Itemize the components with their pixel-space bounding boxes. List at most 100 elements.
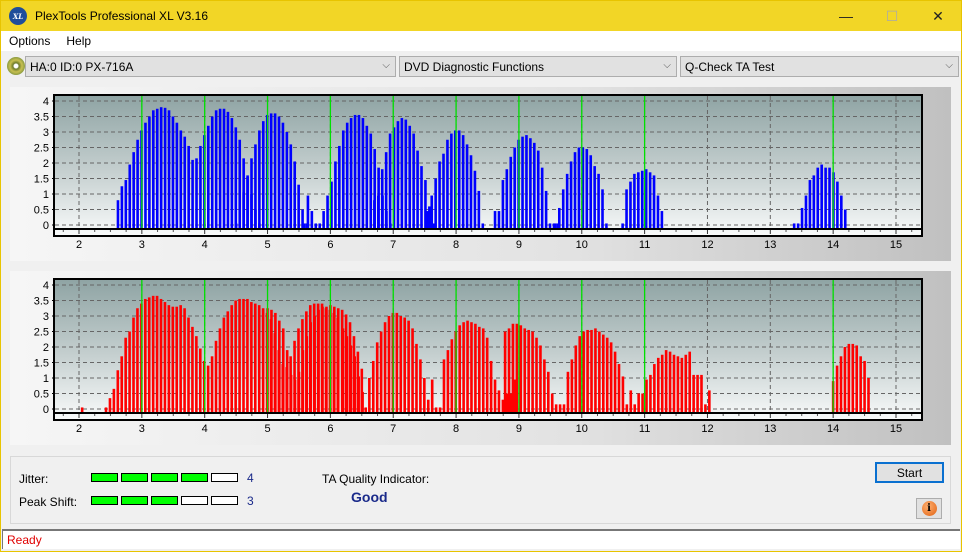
bar (419, 359, 422, 413)
peak-shift-label: Peak Shift: (19, 495, 78, 509)
bar (859, 356, 862, 413)
bar (497, 390, 501, 413)
bar (644, 169, 648, 229)
bar (411, 328, 414, 413)
bar (306, 195, 310, 229)
bar (132, 152, 135, 229)
bar (458, 325, 461, 413)
info-icon: i (921, 501, 937, 516)
info-button[interactable]: i (916, 498, 942, 519)
bar (653, 364, 656, 413)
bar (179, 305, 182, 413)
peak-shift-meter-segment (91, 496, 118, 505)
minimize-button[interactable]: — (823, 1, 869, 31)
jitter-meter (91, 473, 238, 482)
status-text: Ready (7, 533, 42, 547)
bar (525, 135, 528, 229)
bar (353, 114, 357, 229)
bar (558, 404, 562, 413)
bar (214, 340, 218, 413)
y-tick-label: 2.5 (34, 327, 49, 339)
x-tick-label: 7 (390, 423, 396, 435)
bar (361, 118, 365, 229)
bar (159, 107, 163, 229)
bar (415, 343, 418, 413)
x-tick-label: 2 (76, 423, 82, 435)
y-tick-label: 3.5 (34, 112, 49, 124)
bar (222, 108, 226, 229)
bar (144, 298, 147, 413)
bar (214, 110, 218, 229)
bar (338, 145, 341, 229)
bar (680, 357, 684, 413)
y-tick-label: 4 (43, 280, 49, 292)
bar (195, 158, 198, 229)
bar (250, 302, 253, 413)
x-tick-label: 5 (264, 239, 270, 251)
bar (112, 388, 116, 413)
peak-shift-meter-segment (151, 496, 178, 505)
bar (843, 209, 847, 229)
bar (598, 331, 601, 413)
bar (152, 110, 155, 229)
bar (297, 184, 300, 229)
bar (640, 170, 644, 229)
bar (442, 153, 445, 229)
bar (183, 308, 186, 413)
x-tick-label: 4 (202, 239, 208, 251)
bar (466, 320, 469, 413)
bar (540, 167, 544, 229)
function-select[interactable]: DVD Diagnostic Functions ⌵ (399, 56, 677, 77)
bar (242, 298, 245, 413)
close-button[interactable]: ✕ (915, 1, 961, 31)
menu-help[interactable]: Help (58, 34, 99, 48)
bar (594, 328, 597, 413)
bar (333, 306, 336, 413)
bar (399, 316, 403, 413)
y-tick-label: 1 (43, 189, 49, 201)
bar (116, 370, 120, 413)
bar (191, 326, 194, 413)
menu-options[interactable]: Options (1, 34, 58, 48)
bar (708, 390, 711, 413)
x-tick-label: 4 (202, 423, 208, 435)
bar (493, 379, 497, 413)
bar (325, 306, 328, 413)
bar (183, 136, 187, 229)
bar (446, 139, 449, 229)
x-tick-label: 11 (639, 423, 650, 435)
bar (660, 211, 664, 229)
bar (187, 145, 190, 229)
bar (297, 371, 301, 413)
bar (345, 122, 349, 229)
bar (261, 121, 265, 229)
x-tick-label: 5 (264, 423, 270, 435)
maximize-button[interactable]: ☐ (869, 1, 915, 31)
bar (242, 192, 245, 229)
bar (147, 297, 151, 413)
bar (159, 298, 163, 413)
drive-select[interactable]: HA:0 ID:0 PX-716A ⌵ (25, 56, 396, 77)
bar (163, 302, 167, 413)
status-bar: Ready (2, 529, 960, 549)
bar (226, 111, 230, 229)
bar (824, 167, 827, 229)
x-tick-label: 14 (827, 423, 839, 435)
bar (408, 125, 412, 229)
bar (274, 312, 277, 413)
bar (167, 110, 171, 229)
test-select[interactable]: Q-Check TA Test ⌵ (680, 56, 959, 77)
bar (250, 158, 253, 229)
bar (341, 130, 345, 229)
bar (851, 343, 855, 413)
bar (352, 336, 356, 413)
bar (375, 342, 379, 413)
y-tick-label: 0.5 (34, 205, 49, 217)
start-button[interactable]: Start (875, 462, 944, 483)
bar (808, 180, 812, 229)
bar (645, 379, 648, 413)
bar (334, 161, 337, 229)
chevron-down-icon: ⌵ (382, 60, 390, 71)
bar (867, 378, 870, 413)
bar (384, 152, 388, 229)
